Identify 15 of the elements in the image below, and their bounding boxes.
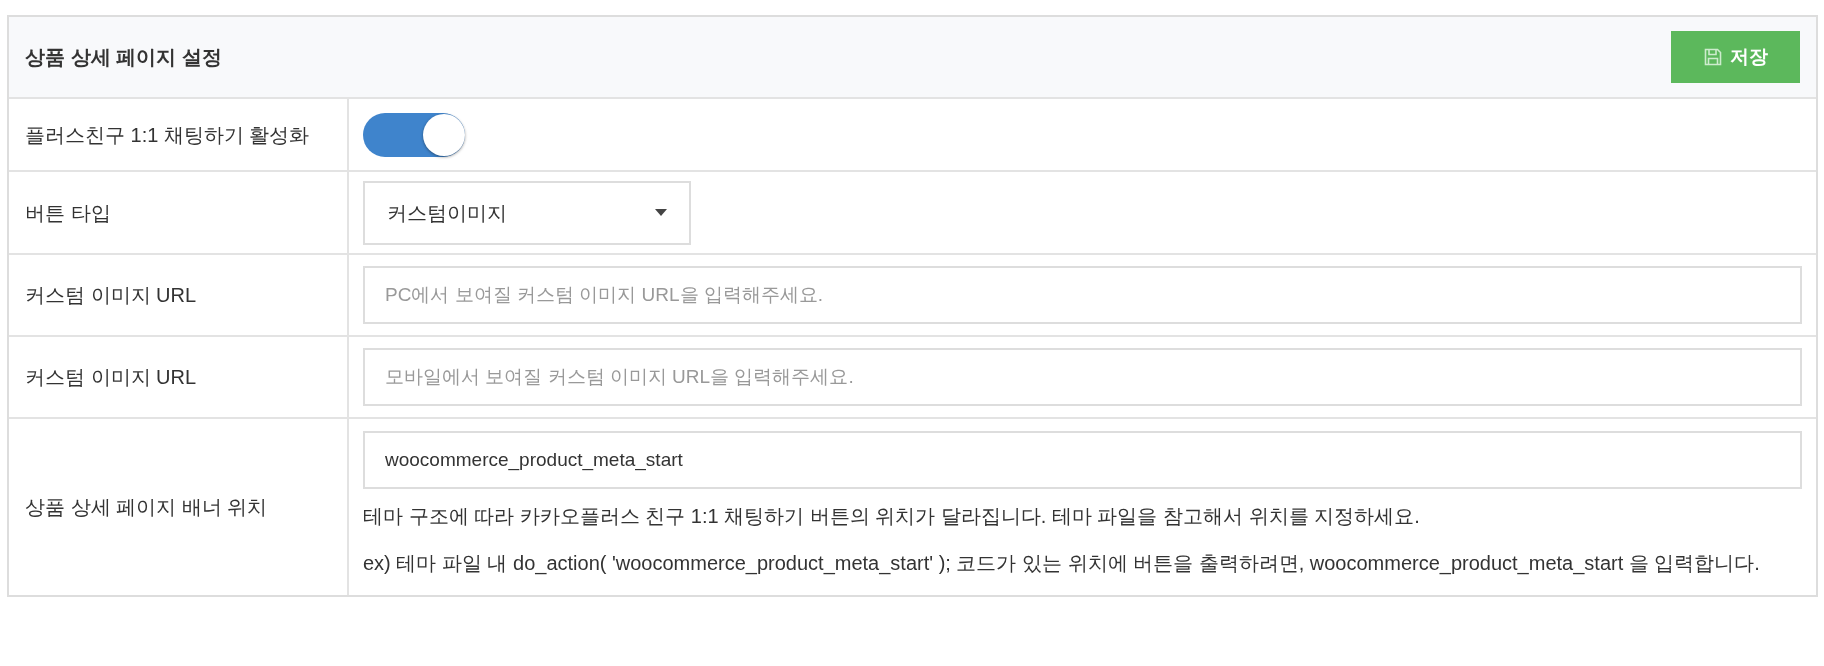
row-label: 플러스친구 1:1 채팅하기 활성화	[25, 122, 310, 148]
help-text: 테마 구조에 따라 카카오플러스 친구 1:1 채팅하기 버튼의 위치가 달라집니다. 테마 파일을 참고해서 위치를 지정하세요.	[363, 504, 1421, 529]
row-label: 버튼 타입	[25, 200, 111, 226]
row-label: 커스텀 이미지 URL	[25, 283, 197, 308]
row-label: 상품 상세 페이지 배너 위치	[25, 495, 268, 520]
input-field[interactable]: 모바일에서 보여질 커스텀 이미지 URL을 입력해주세요.	[363, 348, 1802, 406]
input-field[interactable]: PC에서 보여질 커스텀 이미지 URL을 입력해주세요.	[363, 266, 1802, 324]
save-icon	[1703, 48, 1722, 66]
input-field[interactable]: woocommerce_product_meta_start	[363, 431, 1802, 489]
type-dropdown[interactable]: 커스텀이미지	[363, 180, 691, 245]
row-label: 커스텀 이미지 URL	[25, 365, 197, 390]
panel-title: 상품 상세 페이지 설정	[25, 45, 222, 70]
help-text: ex) 테마 파일 내 do_action( 'woocommerce_product_meta_start' ); 코드가 있는 위치에 버튼을 출력하려면, woocommerce_product_meta_start 을 입력합니다.	[363, 551, 1761, 577]
toggle-switch[interactable]	[363, 112, 465, 157]
caret-icon	[655, 209, 667, 216]
